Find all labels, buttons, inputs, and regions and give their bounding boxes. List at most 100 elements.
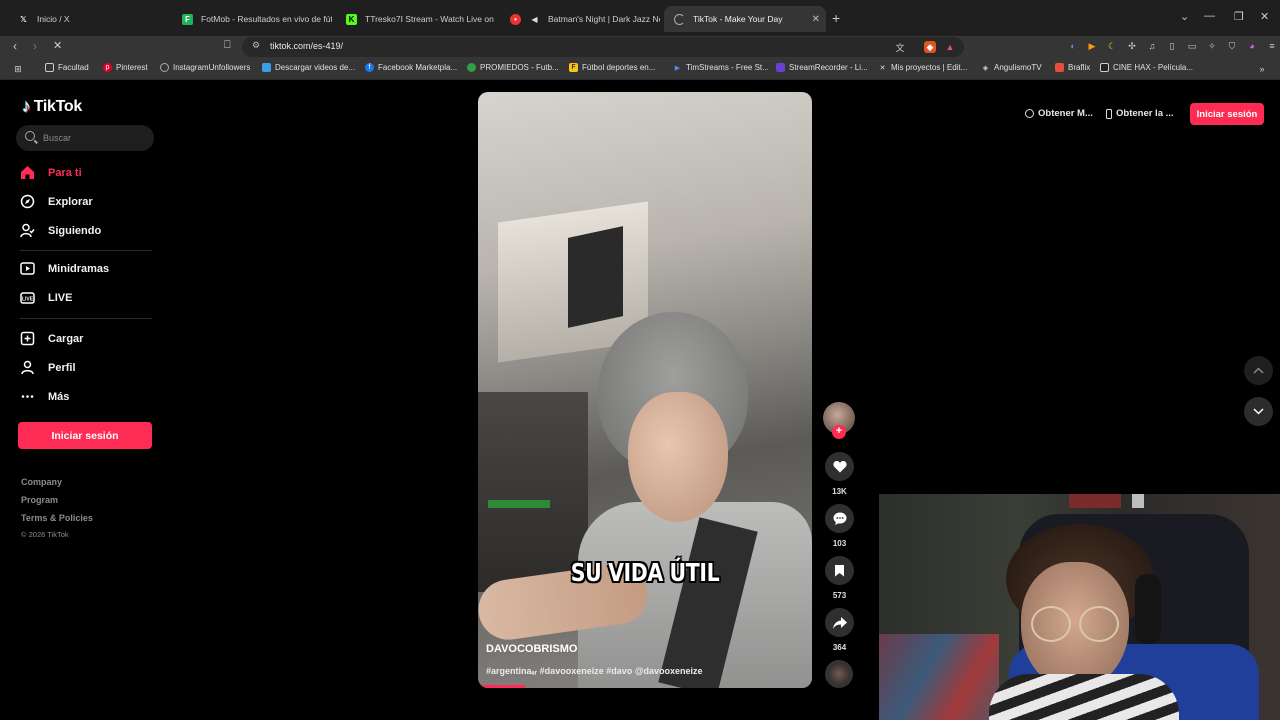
folder-icon [45,63,54,72]
profile-icon[interactable]: ◕ [1246,40,1258,52]
home-icon [20,165,35,180]
webcam-lamp [1132,494,1144,508]
save-count: 573 [832,591,847,600]
sidebar-item-para-ti[interactable]: Para ti [20,165,82,180]
youtube-icon: • [510,13,521,25]
extensions-icon[interactable]: ✣ [1126,40,1138,52]
svg-text:LIVE: LIVE [22,297,34,303]
address-bar[interactable]: ⚙ tiktok.com/es-419/ 文 ◆ ▲ [242,37,964,57]
editor-icon: ✕ [879,64,886,72]
follow-plus-icon[interactable]: + [832,425,846,439]
leo-ai-icon[interactable]: ✧ [1206,40,1218,52]
sidebar-item-minidramas[interactable]: Minidramas [20,261,109,276]
bookmark-item[interactable]: CINE HAX - Película... [1100,63,1193,72]
media-icon[interactable]: ♫ [1146,40,1158,52]
site-settings-icon[interactable]: ⚙ [252,40,260,51]
get-coins-link[interactable]: Obtener M... [1025,108,1093,119]
url-text[interactable]: tiktok.com/es-419/ [270,41,343,51]
bookmark-item[interactable]: Facultad [45,63,89,72]
vpn-icon[interactable]: ⛉ [1226,40,1238,52]
menu-icon[interactable]: ≡ [1266,40,1278,52]
previous-video-button[interactable] [1244,356,1273,385]
back-icon[interactable]: ‹ [13,39,17,53]
bookmark-item[interactable]: Braflix [1055,63,1090,72]
music-disc-icon[interactable] [825,660,853,688]
bookmark-save-icon [835,565,844,577]
tab-youtube[interactable]: • ◀ Batman's Night | Dark Jazz Noir f [500,6,660,32]
search-input[interactable]: Buscar [16,125,154,151]
video-description[interactable]: #argentinaₐᵣ #davooxeneize #davo @davoox… [486,666,703,676]
share-arrow-icon [832,616,847,629]
comment-icon [833,512,846,525]
bookmark-item[interactable]: f Facebook Marketpla... [365,63,457,72]
globe-icon [160,63,169,72]
forward-icon[interactable]: › [33,39,37,53]
braflix-icon [1055,63,1064,72]
brave-rewards-icon[interactable]: ▲ [944,41,956,53]
tab-tiktok[interactable]: TikTok - Make Your Day ✕ [664,6,826,32]
audio-icon[interactable]: ◖ [1066,40,1078,52]
tiktok-logo[interactable]: ♪ TikTok [22,96,82,117]
bookmark-item[interactable]: ◈ AngulismoTV [981,63,1042,72]
sidebar-item-live[interactable]: LIVE LIVE [20,290,72,305]
footer-link-terms[interactable]: Terms & Policies [21,513,93,523]
next-video-button[interactable] [1244,397,1273,426]
copyright: © 2026 TikTok [21,530,69,539]
tab-title: TikTok - Make Your Day [693,14,783,24]
translate-icon[interactable]: 文 [894,41,906,53]
bookmark-icon[interactable]: ⎕ [224,39,231,52]
tab-x[interactable]: 𝕏 Inicio / X [8,6,168,32]
bookmark-item[interactable]: F Fútbol deportes en... [569,63,655,72]
bookmark-item[interactable]: InstagramUnfollowers [160,63,250,72]
tiktok-note-icon: ♪ [22,96,31,116]
tab-fotmob[interactable]: F FotMob - Resultados en vivo de fútb [172,6,332,32]
more-bookmarks-icon[interactable]: » [1256,63,1268,75]
comment-button[interactable] [825,504,854,533]
x-logo-icon: 𝕏 [20,14,27,24]
bookmark-item[interactable]: StreamRecorder - Li... [776,63,868,72]
video-progress-bar[interactable] [478,685,525,688]
film-icon [20,261,35,276]
brave-shield-icon[interactable]: ◆ [924,41,936,53]
bookmarks-bar: ⊞ Facultad p Pinterest InstagramUnfollowe… [0,58,1280,80]
streamrecorder-icon [776,63,785,72]
save-button[interactable] [825,556,854,585]
tab-search-chevron-icon[interactable]: ⌄ [1180,10,1189,23]
bookmark-item[interactable]: Descargar videos de... [262,63,355,72]
sidebar-item-cargar[interactable]: Cargar [20,331,83,346]
cinehax-icon [1100,63,1109,72]
close-window-icon[interactable]: ✕ [1260,10,1269,23]
sidebar-icon[interactable]: ▯ [1166,40,1178,52]
apps-grid-icon[interactable]: ⊞ [12,63,24,75]
bookmark-item[interactable]: ✕ Mis proyectos | Edit... [878,63,968,72]
tab-title: Inicio / X [37,14,70,24]
play-extension-icon[interactable]: ▶ [1086,40,1098,52]
wallet-icon[interactable]: ▭ [1186,40,1198,52]
tab-title: TTresko7I Stream - Watch Live on Kic [365,14,496,24]
footer-link-company[interactable]: Company [21,477,62,487]
share-button[interactable] [825,608,854,637]
like-count: 13K [832,487,847,496]
like-button[interactable] [825,452,854,481]
minimize-icon[interactable]: — [1204,10,1215,22]
sidebar-item-perfil[interactable]: Perfil [20,360,76,375]
sidebar-item-siguiendo[interactable]: Siguiendo [20,223,101,238]
close-tab-icon[interactable]: ✕ [812,14,820,25]
new-tab-icon[interactable]: + [832,10,840,26]
tab-kick[interactable]: K TTresko7I Stream - Watch Live on Kic [336,6,496,32]
login-button-sidebar[interactable]: Iniciar sesión [18,422,152,449]
stop-loading-icon[interactable]: ✕ [53,39,62,52]
bookmark-item[interactable]: ▶ TimStreams - Free St... [673,63,769,72]
login-button-top[interactable]: Iniciar sesión [1190,103,1264,125]
dark-mode-icon[interactable]: ☾ [1106,40,1118,52]
get-app-link[interactable]: Obtener la ... [1106,108,1174,119]
video-player[interactable]: SU VIDA ÚTIL DAVOCOBRISMO #argentinaₐᵣ #… [478,92,812,688]
bookmark-item[interactable]: PROMIEDOS - Futb... [467,63,559,72]
sidebar-item-mas[interactable]: Más [20,389,69,404]
bookmark-item[interactable]: p Pinterest [103,63,148,72]
video-caption: SU VIDA ÚTIL [570,558,720,587]
sidebar-item-explorar[interactable]: Explorar [20,194,93,209]
restore-icon[interactable]: ❐ [1234,10,1244,23]
video-author[interactable]: DAVOCOBRISMO [486,643,577,655]
footer-link-program[interactable]: Program [21,495,58,505]
